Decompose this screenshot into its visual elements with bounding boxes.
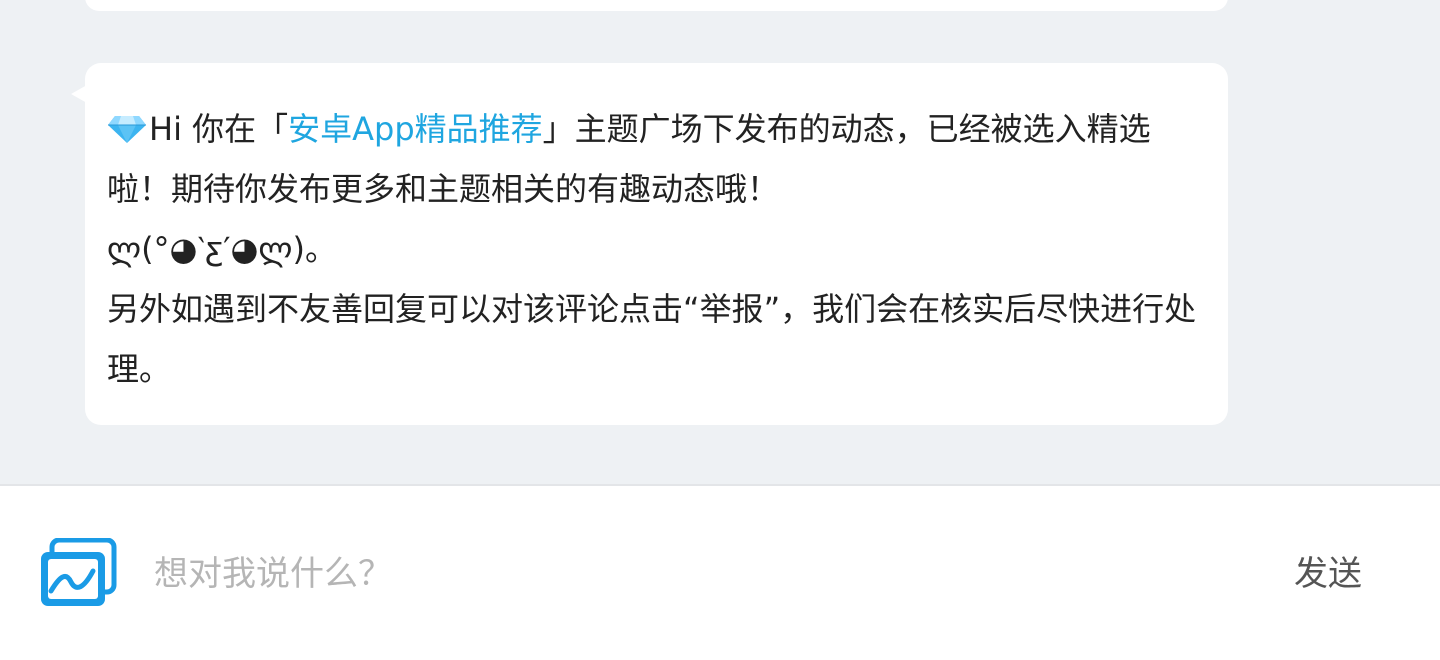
topic-link[interactable]: 安卓App精品推荐 (288, 110, 543, 148)
greeting-text: Hi 你在「 (149, 110, 289, 148)
image-icon (41, 537, 117, 606)
send-button[interactable]: 发送 (1290, 546, 1366, 602)
chat-area: Hi 你在「安卓App精品推荐」主题广场下发布的动态，已经被选入精选啦！期待你发… (0, 0, 1440, 484)
message-input[interactable] (154, 542, 1234, 606)
gem-icon (108, 116, 146, 143)
previous-message-bubble (85, 0, 1228, 11)
kaomoji-text: ლ(°◕‵ƹ′◕ლ)。 (107, 230, 337, 268)
message-text: Hi 你在「安卓App精品推荐」主题广场下发布的动态，已经被选入精选啦！期待你发… (107, 99, 1198, 399)
message-composer: 发送 (0, 484, 1440, 660)
bubble-tail (71, 85, 87, 103)
report-notice-text: 另外如遇到不友善回复可以对该评论点击“举报”，我们会在核实后尽快进行处理。 (107, 290, 1197, 388)
image-button[interactable] (38, 537, 118, 610)
message-bubble: Hi 你在「安卓App精品推荐」主题广场下发布的动态，已经被选入精选啦！期待你发… (71, 63, 1228, 425)
